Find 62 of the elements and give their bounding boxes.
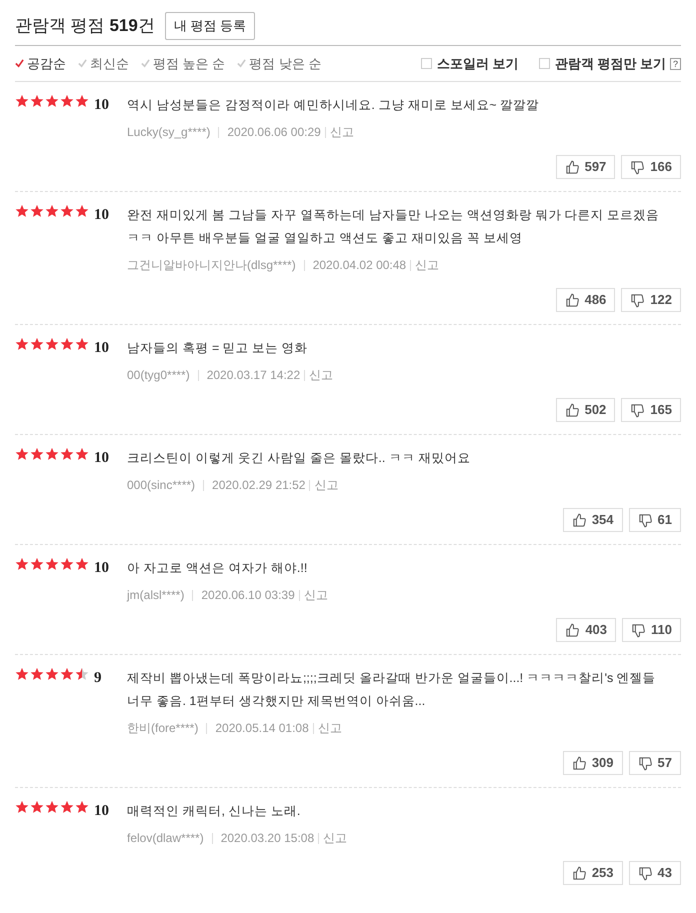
rating-score: 10 (94, 559, 109, 578)
review-date: 2020.03.17 14:22 (206, 367, 300, 384)
filter-checkbox[interactable]: 스포일러 보기 (421, 54, 519, 74)
rating-score: 9 (94, 669, 102, 688)
review-date: 2020.06.10 03:39 (201, 587, 295, 604)
review-text: 매력적인 캐릭터, 신나는 노래. (127, 803, 302, 820)
thumbs-down-icon (638, 866, 653, 880)
like-button[interactable]: 354 (562, 508, 623, 532)
check-icon (15, 59, 24, 68)
thumbs-up-icon (564, 402, 580, 418)
filter-checkbox[interactable]: 관람객 평점만 보기 (538, 54, 666, 74)
like-button[interactable]: 486 (556, 288, 616, 312)
dislike-button[interactable]: 122 (621, 288, 681, 312)
thumbs-up-icon (572, 756, 587, 770)
register-rating-button[interactable]: 내 평점 등록 (164, 12, 256, 40)
help-icon[interactable]: ? (670, 58, 681, 70)
thumbs-up-icon (564, 160, 580, 174)
review-text: 아 자고로 액션은 여자가 해야.!! (127, 560, 308, 577)
rating-score: 10 (94, 449, 109, 468)
like-button[interactable]: 597 (556, 155, 616, 179)
review-date: 2020.02.29 21:52 (212, 477, 306, 494)
review-text: 완전 재미있게 봄 그남들 자꾸 열폭하는데 남자들만 나오는 액션영화랑 뭐가 다른지 모르겠음 ㅋㅋ 아무튼 배우분들 얼굴 열일하고 액션도 좋고 재미있음 꼭 보세영 (127, 207, 660, 247)
thumbs-down-icon (638, 756, 653, 770)
dislike-button[interactable]: 166 (621, 155, 681, 179)
like-button[interactable]: 253 (562, 861, 623, 885)
review-text: 남자들의 혹평 = 믿고 보는 영화 (127, 340, 309, 357)
check-icon (141, 59, 150, 68)
thumbs-up-icon (565, 622, 580, 638)
rating-score: 10 (94, 96, 109, 115)
dislike-button[interactable]: 43 (628, 861, 681, 885)
like-button[interactable]: 502 (556, 398, 616, 422)
review-date: 2020.04.02 00:48 (312, 257, 406, 274)
thumbs-up-icon (572, 866, 587, 880)
review-date: 2020.06.06 00:29 (227, 124, 321, 141)
review-text: 역시 남성분들은 감정적이라 예민하시네요. 그냥 재미로 보세요~ 깔깔깔 (127, 97, 540, 114)
dislike-button[interactable]: 110 (622, 618, 681, 642)
thumbs-down-icon (630, 160, 646, 174)
check-icon (237, 59, 246, 68)
thumbs-down-icon (631, 622, 646, 638)
dislike-button[interactable]: 57 (628, 751, 681, 775)
thumbs-down-icon (630, 292, 646, 308)
sort-option[interactable]: 최신순 (78, 54, 129, 74)
sort-option[interactable]: 평점 높은 순 (141, 54, 226, 74)
check-icon (78, 59, 87, 68)
dislike-button[interactable]: 61 (628, 508, 681, 532)
like-button[interactable]: 309 (562, 751, 623, 775)
review-text: 제작비 뽑아냈는데 폭망이라뇨;;;;크레딧 올라갈때 반가운 얼굴들이...! ㅋㅋㅋㅋ찰리's 엔젤들 너무 좋음. 1편부터 생각했지만 제목번역이 아쉬움... (127, 670, 657, 710)
thumbs-down-icon (638, 512, 653, 528)
dislike-button[interactable]: 165 (621, 398, 681, 422)
rating-score: 10 (94, 802, 109, 821)
thumbs-down-icon (630, 402, 646, 418)
sort-option[interactable]: 공감순 (15, 54, 66, 74)
review-date: 2020.05.14 01:08 (215, 720, 309, 737)
review-text: 크리스틴이 이렇게 웃긴 사람일 줄은 몰랐다.. ㅋㅋ 재밌어요 (127, 450, 472, 467)
page-title: 관람객 평점 519건 (15, 14, 155, 37)
review-date: 2020.03.20 15:08 (220, 830, 314, 847)
thumbs-up-icon (564, 292, 580, 308)
rating-score: 10 (94, 206, 109, 225)
thumbs-up-icon (572, 512, 587, 528)
like-button[interactable]: 403 (556, 618, 616, 642)
sort-option[interactable]: 평점 낮은 순 (237, 54, 322, 74)
rating-score: 10 (94, 339, 109, 358)
